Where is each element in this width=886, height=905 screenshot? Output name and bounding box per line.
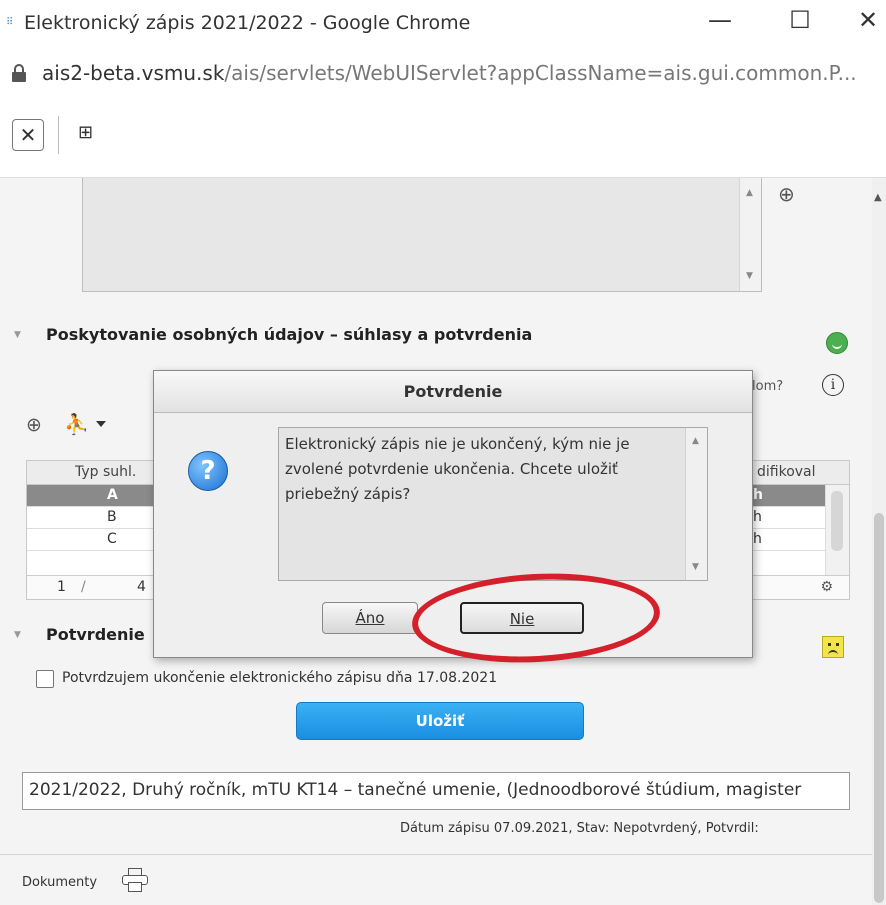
study-info-text: 2021/2022, Druhý ročník, mTU KT14 – tane… (29, 780, 802, 800)
collapse-arrow-icon[interactable]: ▼ (14, 630, 21, 640)
row-edge: h (753, 509, 762, 525)
page-current[interactable]: 1 (57, 579, 66, 595)
scroll-up-icon[interactable]: ▲ (746, 188, 753, 198)
scroll-up-icon[interactable]: ▲ (692, 436, 699, 446)
documents-label: Dokumenty (22, 875, 98, 890)
url-text[interactable]: ais2-beta.vsmu.sk/ais/servlets/WebUIServ… (42, 61, 857, 85)
row-edge: h (753, 531, 762, 547)
table-zoom-icon[interactable]: ⊕ (26, 414, 42, 436)
status-warning-icon (822, 636, 844, 658)
yes-button[interactable]: Áno (322, 602, 418, 634)
toolbar-divider (58, 116, 59, 154)
row-value: A (107, 487, 118, 503)
url-path: /ais/servlets/WebUIServlet?appClassName=… (224, 61, 857, 85)
page-total: 4 (137, 579, 146, 595)
message-scrollbar[interactable]: ▲ ▼ (685, 428, 707, 580)
row-value: B (107, 509, 117, 525)
confirm-section-title: Potvrdenie (46, 625, 145, 644)
minimize-button[interactable]: — (700, 6, 740, 34)
section-divider (0, 854, 872, 855)
scrollbar-thumb[interactable] (874, 513, 884, 903)
window-title: Elektronický zápis 2021/2022 - Google Ch… (24, 12, 471, 34)
row-edge: h (753, 487, 763, 503)
info-icon[interactable]: i (822, 374, 844, 396)
run-action-icon[interactable]: ⛹ (64, 412, 89, 436)
url-host: ais2-beta.vsmu.sk (42, 61, 225, 85)
app-toolbar: ✕ ⊞ (0, 94, 886, 178)
lock-icon (12, 64, 26, 82)
printer-icon[interactable] (122, 868, 148, 892)
question-icon: ? (188, 451, 228, 491)
confirm-checkbox[interactable] (36, 670, 54, 688)
scroll-down-icon[interactable]: ▼ (746, 271, 753, 281)
save-button[interactable]: Uložiť (296, 702, 584, 740)
dialog-message-box: Elektronický zápis nie je ukončený, kým … (278, 427, 708, 581)
consent-section-title: Poskytovanie osobných údajov – súhlasy a… (46, 325, 533, 344)
textarea-scrollbar[interactable]: ▲ ▼ (739, 178, 761, 291)
dialog-message: Elektronický zápis nie je ukončený, kým … (285, 435, 630, 503)
address-bar[interactable]: ais2-beta.vsmu.sk/ais/servlets/WebUIServ… (0, 50, 886, 94)
note-textarea[interactable]: ▲ ▼ (82, 178, 762, 292)
enrollment-status-text: Dátum zápisu 07.09.2021, Stav: Nepotvrde… (400, 821, 759, 836)
column-header-modified[interactable]: difikoval (757, 464, 816, 480)
page-separator: / (81, 579, 86, 595)
gear-icon[interactable]: ⚙ (820, 579, 833, 595)
page-scrollbar[interactable]: ▲ (872, 178, 886, 905)
close-app-button[interactable]: ✕ (12, 119, 44, 151)
close-window-button[interactable]: ✕ (848, 6, 886, 34)
row-value: C (107, 531, 117, 547)
chevron-down-icon[interactable] (96, 421, 106, 427)
zoom-in-icon[interactable]: ⊕ (778, 182, 795, 206)
consent-question-partial: lom? (752, 379, 784, 394)
window-titlebar: ⠿ Elektronický zápis 2021/2022 - Google … (0, 0, 886, 50)
scroll-down-icon[interactable]: ▼ (692, 562, 699, 572)
column-header-type[interactable]: Typ suhl. (75, 464, 136, 480)
table-scrollbar[interactable] (825, 485, 849, 577)
study-info-field[interactable]: 2021/2022, Druhý ročník, mTU KT14 – tane… (22, 772, 850, 810)
maximize-button[interactable]: ☐ (780, 6, 820, 34)
dialog-title: Potvrdenie (154, 371, 752, 413)
tree-view-icon[interactable]: ⊞ (78, 122, 93, 143)
yes-button-label: Áno (355, 609, 385, 627)
app-icon: ⠿ (6, 17, 14, 28)
confirm-checkbox-label[interactable]: Potvrdzujem ukončenie elektronického záp… (62, 670, 497, 686)
status-ok-icon (826, 332, 848, 354)
scroll-up-icon[interactable]: ▲ (874, 192, 882, 203)
collapse-arrow-icon[interactable]: ▼ (14, 330, 21, 340)
